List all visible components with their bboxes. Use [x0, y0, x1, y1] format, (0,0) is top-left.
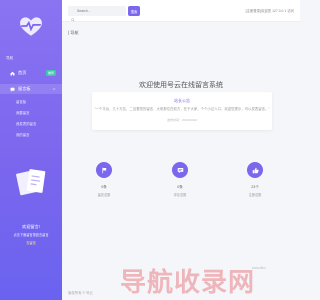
login-status-link[interactable]: [注册登录]欢迎您 127.0.0.1 访问 [246, 8, 294, 13]
stat-users: 23个 注册总数 [235, 162, 275, 197]
breadcrumb: | 导航 [68, 30, 79, 35]
recommend-badge: 推荐 [45, 70, 56, 76]
notice-card: 站长公告 "一个平台、几十万名、二百看您的留言，大佬那位在前方，在于大家，个个小… [92, 92, 272, 130]
stat-label: 评论总数 [173, 193, 187, 197]
stat-comments: 0条 评论总数 [160, 162, 200, 197]
logo[interactable] [0, 8, 62, 48]
copyright-footer: 版权所有 © 号云 [68, 291, 93, 295]
nav-section-label: 导航 [6, 56, 14, 60]
promo-link[interactable]: 去留言 [6, 240, 56, 245]
documents-illustration-icon [16, 166, 48, 202]
stat-label: 注册总数 [248, 193, 262, 197]
search-button[interactable]: 搜索 [128, 6, 140, 16]
chat-icon [172, 162, 188, 178]
watermark-url: www.dhsl [252, 266, 266, 270]
stat-messages: 0条 留言总数 [84, 162, 124, 197]
promo-card: 欢迎留言! 点击下面留言按钮去留言 去留言 [6, 158, 56, 258]
page-title: 欢迎使用号云在线留言系统 [139, 82, 223, 89]
sidebar-item-label: 留言板 [18, 86, 31, 91]
message-icon [10, 87, 15, 92]
stat-value: 0条 [101, 185, 107, 189]
topbar: 搜索 [注册登录]欢迎您 127.0.0.1 访问 [62, 0, 300, 22]
sidebar: 导航 首页 推荐 留言板 留言板 我要留言 我发表的留言 我的留言 欢迎留言! … [0, 0, 62, 300]
stat-label: 留言总数 [97, 193, 111, 197]
heart-pulse-icon [18, 13, 44, 44]
sidebar-item-label: 首页 [18, 70, 27, 75]
notice-date: 发布时间：2023/03/20 [166, 118, 197, 122]
sidebar-subitem-my-posts[interactable]: 我发表的留言 [16, 121, 36, 126]
stat-value: 23个 [251, 185, 259, 189]
sidebar-subitem-my-messages[interactable]: 我的留言 [16, 132, 30, 137]
promo-title: 欢迎留言! [22, 224, 40, 229]
stat-value: 0条 [177, 185, 183, 189]
notice-title: 站长公告 [174, 98, 190, 103]
notice-text: "一个平台、几十万名、二百看您的留言，大佬那位在前方，在于大家，个个小过人口，欢… [94, 107, 270, 111]
chevron-down-icon [52, 87, 56, 91]
sidebar-item-home[interactable]: 首页 推荐 [0, 68, 62, 78]
watermark-text: 导航收录网 [120, 268, 256, 298]
home-icon [10, 71, 15, 76]
flag-icon [96, 162, 112, 178]
sidebar-subitem-post[interactable]: 我要留言 [16, 110, 30, 115]
search-icon [71, 9, 75, 22]
promo-text: 点击下面留言按钮去留言 [13, 233, 49, 237]
search-box [68, 6, 126, 22]
thumb-up-icon [247, 162, 263, 178]
sidebar-item-messages[interactable]: 留言板 [0, 84, 62, 94]
search-input[interactable] [77, 9, 121, 13]
sidebar-subitem-board[interactable]: 留言板 [16, 99, 26, 104]
